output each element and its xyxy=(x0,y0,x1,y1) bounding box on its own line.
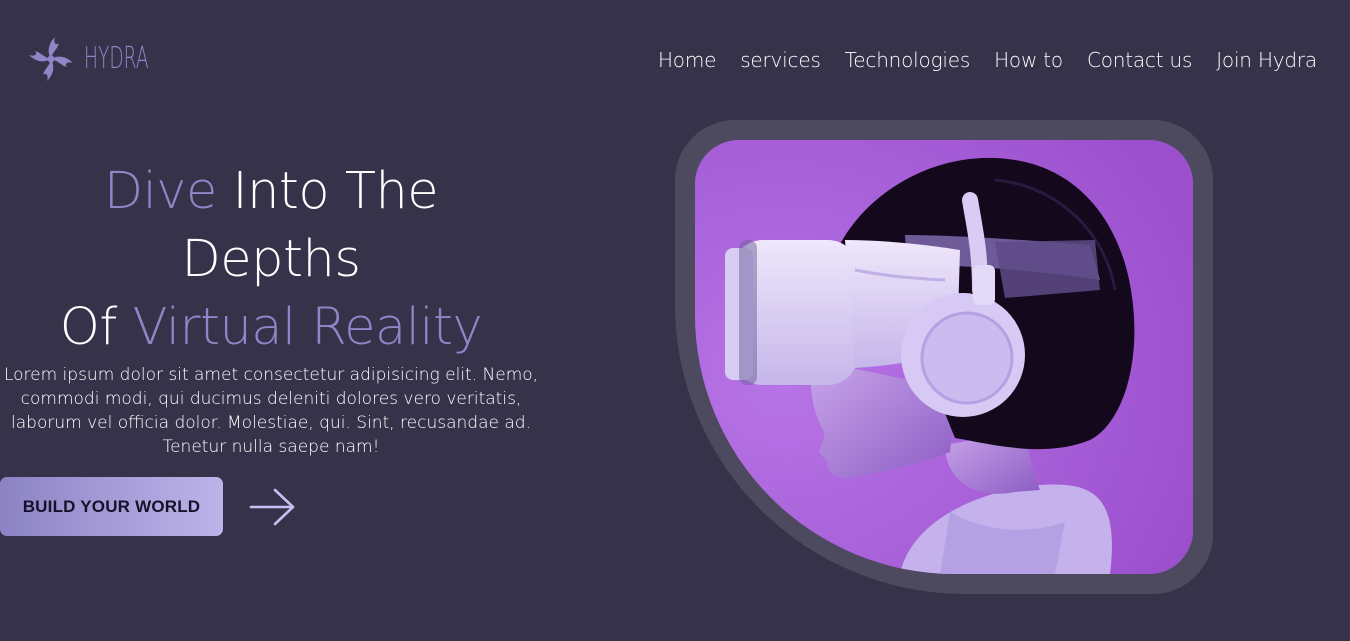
nav-link-contact-us[interactable]: Contact us xyxy=(1087,48,1192,72)
nav-link-how-to[interactable]: How to xyxy=(994,48,1063,72)
nav-item-services: services xyxy=(740,44,821,76)
nav-link-technologies[interactable]: Technologies xyxy=(845,48,971,72)
nav-item-technologies: Technologies xyxy=(845,44,971,76)
nav-link-join-hydra[interactable]: Join Hydra xyxy=(1216,48,1317,72)
arrow-right-icon[interactable] xyxy=(249,487,297,527)
nav-link-services[interactable]: services xyxy=(740,48,821,72)
nav-item-contact-us: Contact us xyxy=(1087,44,1192,76)
brand-logo[interactable]: HYDRA xyxy=(22,30,188,88)
hydra-logo-icon xyxy=(29,37,73,81)
headline-depths: Depths xyxy=(181,230,361,289)
nav-link-home[interactable]: Home xyxy=(658,48,716,72)
hero-description: Lorem ipsum dolor sit amet consectetur a… xyxy=(3,365,539,457)
brand-name: HYDRA xyxy=(84,41,149,76)
build-your-world-button[interactable]: BUILD YOUR WORLD xyxy=(0,477,223,536)
nav-item-home: Home xyxy=(658,44,716,76)
nav-item-how-to: How to xyxy=(994,44,1063,76)
headline-accent-dive: Dive xyxy=(103,162,218,221)
headline-accent-virtual-reality: Virtual Reality xyxy=(132,298,483,357)
nav-list: Home services Technologies How to Contac… xyxy=(658,44,1317,76)
headline-of: Of xyxy=(59,298,133,357)
cta-row: BUILD YOUR WORLD xyxy=(0,477,297,536)
hero-text: Dive Into The Depths Of Virtual Reality … xyxy=(0,158,542,459)
nav-item-join-hydra: Join Hydra xyxy=(1216,44,1317,76)
hero-headline: Dive Into The Depths Of Virtual Reality xyxy=(0,158,542,362)
headline-into-the: Into The xyxy=(216,162,439,221)
